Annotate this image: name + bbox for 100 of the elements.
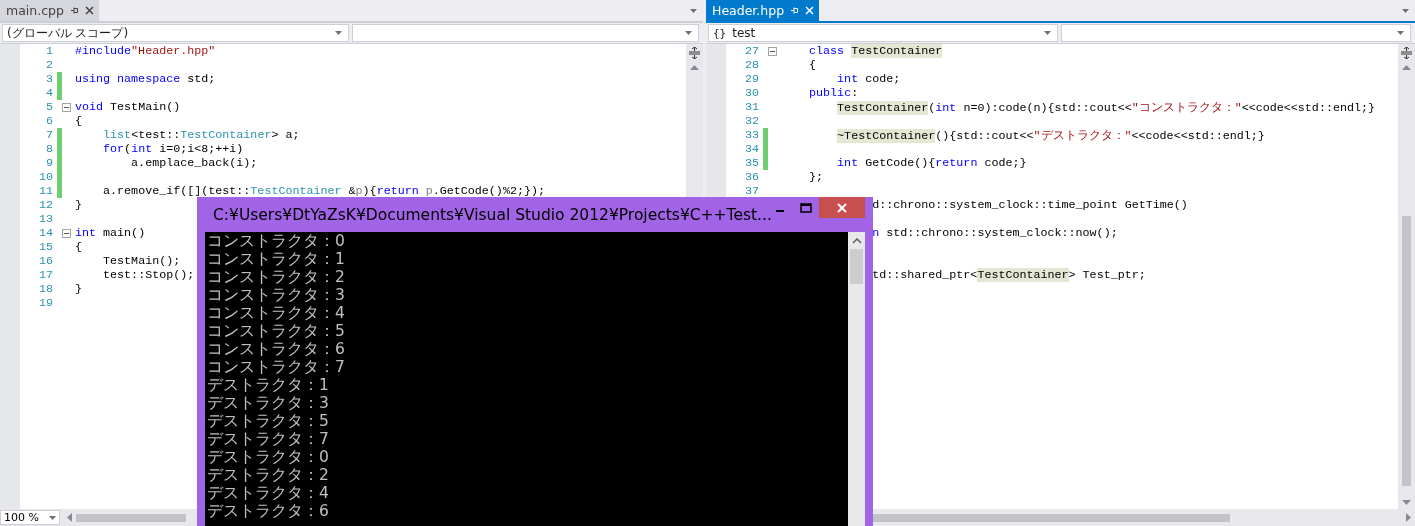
console-line: コンストラクタ：6 — [207, 340, 346, 358]
scroll-up-icon[interactable] — [1402, 65, 1411, 70]
scrollbar-thumb[interactable] — [850, 249, 863, 284]
code-line: for(int i=0;i<8;++i) — [102, 142, 244, 156]
scrollbar-thumb[interactable] — [873, 513, 1230, 522]
line-number: 17 — [38, 268, 53, 282]
line-number: 13 — [38, 212, 53, 226]
code-line: int GetCode(){return code;} — [836, 156, 1027, 170]
scope-dropdown[interactable]: {} test — [708, 24, 1058, 42]
line-number: 18 — [38, 282, 53, 296]
console-line: デストラクタ：1 — [207, 376, 330, 394]
scroll-right-icon[interactable] — [1406, 513, 1411, 522]
collapse-icon[interactable] — [62, 102, 71, 112]
code-line: } — [75, 282, 82, 296]
scrollbar-thumb[interactable] — [1402, 216, 1411, 486]
line-number: 8 — [46, 142, 53, 156]
console-line: コンストラクタ：5 — [207, 322, 346, 340]
console-line: デストラクタ：4 — [207, 484, 330, 502]
line-number: 37 — [744, 184, 759, 198]
code-line: n std::chrono::system_clock::now(); — [872, 226, 1118, 240]
line-number: 12 — [38, 198, 53, 212]
line-number: 10 — [38, 170, 53, 184]
line-number: 9 — [46, 156, 53, 170]
code-line: int main() — [75, 226, 146, 240]
caret-icon[interactable] — [1044, 31, 1051, 35]
line-number: 31 — [744, 100, 759, 114]
line-number: 4 — [46, 86, 53, 100]
file-tab[interactable]: main.cpp — [0, 0, 99, 21]
console-line: コンストラクタ：3 — [207, 286, 346, 304]
line-number: 33 — [744, 128, 759, 142]
scroll-up-icon[interactable] — [690, 65, 699, 70]
code-line: a.emplace_back(i); — [130, 156, 258, 170]
code-line: } — [75, 198, 82, 212]
maximize-icon — [800, 202, 812, 213]
code-line: td::shared_ptr<TestContainer> Test_ptr; — [872, 268, 1146, 282]
caret-icon[interactable] — [685, 31, 692, 35]
minimize-icon — [776, 209, 784, 212]
caret-icon[interactable] — [690, 8, 697, 13]
line-number: 1 — [46, 44, 53, 58]
line-number: 32 — [744, 114, 759, 128]
split-icon[interactable] — [1401, 47, 1412, 59]
caret-icon[interactable] — [335, 31, 342, 35]
code-line: { — [808, 58, 817, 72]
code-line: list<test::TestContainer> a; — [102, 128, 300, 142]
console-line: デストラクタ：5 — [207, 412, 330, 430]
code-line: { — [75, 114, 82, 128]
line-number: 29 — [744, 72, 759, 86]
zoom-dropdown[interactable]: 100 % — [0, 510, 60, 525]
console-line: コンストラクタ：1 — [207, 250, 346, 268]
code-line: test::Stop(); — [102, 268, 195, 282]
console-line: デストラクタ：7 — [207, 430, 330, 448]
line-number: 36 — [744, 170, 759, 184]
line-number: 11 — [38, 184, 53, 198]
close-icon[interactable] — [84, 6, 94, 15]
split-icon[interactable] — [689, 47, 700, 59]
line-number: 27 — [744, 44, 759, 58]
code-line: using namespace std; — [75, 72, 216, 86]
collapse-icon[interactable] — [768, 46, 777, 56]
code-line: { — [75, 240, 82, 254]
line-number: 15 — [38, 240, 53, 254]
code-line: TestMain(); — [102, 254, 181, 268]
line-number: 34 — [744, 142, 759, 156]
console-line: コンストラクタ：7 — [207, 358, 346, 376]
line-number: 7 — [46, 128, 53, 142]
close-icon — [837, 202, 847, 213]
scope-dropdown[interactable]: (グローバル スコープ) — [2, 24, 349, 42]
code-line: }; — [808, 170, 824, 184]
pin-icon[interactable] — [69, 6, 79, 15]
scroll-left-icon[interactable] — [67, 513, 72, 522]
line-number: 6 — [46, 114, 53, 128]
console-line: デストラクタ：2 — [207, 466, 330, 484]
collapse-icon[interactable] — [62, 228, 71, 238]
code-line: #include"Header.hpp" — [75, 44, 216, 58]
line-number: 19 — [38, 296, 53, 310]
line-number: 35 — [744, 156, 759, 170]
line-number: 30 — [744, 86, 759, 100]
line-number: 2 — [46, 58, 53, 72]
caret-icon[interactable] — [1397, 31, 1404, 35]
code-line: void TestMain() — [75, 100, 181, 114]
scroll-down-icon[interactable] — [1402, 500, 1411, 505]
console-line: コンストラクタ：4 — [207, 304, 346, 322]
close-button[interactable] — [819, 197, 865, 218]
line-number: 14 — [38, 226, 53, 240]
console-line: デストラクタ：0 — [207, 448, 330, 466]
console-line: コンストラクタ：2 — [207, 268, 346, 286]
scroll-up-icon[interactable] — [851, 238, 862, 244]
scrollbar-thumb[interactable] — [76, 513, 186, 522]
line-number: 28 — [744, 58, 759, 72]
console-line: デストラクタ：6 — [207, 502, 330, 520]
caret-icon[interactable] — [1402, 8, 1409, 13]
console-line: コンストラクタ：0 — [207, 232, 346, 250]
caret-icon[interactable] — [49, 515, 56, 520]
console-line: デストラクタ：3 — [207, 394, 330, 412]
code-line: TestContainer(int n=0):code(n){std::cout<<"コンストラクタ："<<code<<std::endl;} — [836, 100, 1375, 115]
code-line: int code; — [836, 72, 901, 86]
line-number: 16 — [38, 254, 53, 268]
code-line: public: — [808, 86, 859, 100]
code-line: class TestContainer — [808, 44, 943, 58]
namespace-icon: {} — [713, 26, 727, 40]
code-line: d::chrono::system_clock::time_point GetTime() — [872, 198, 1188, 212]
